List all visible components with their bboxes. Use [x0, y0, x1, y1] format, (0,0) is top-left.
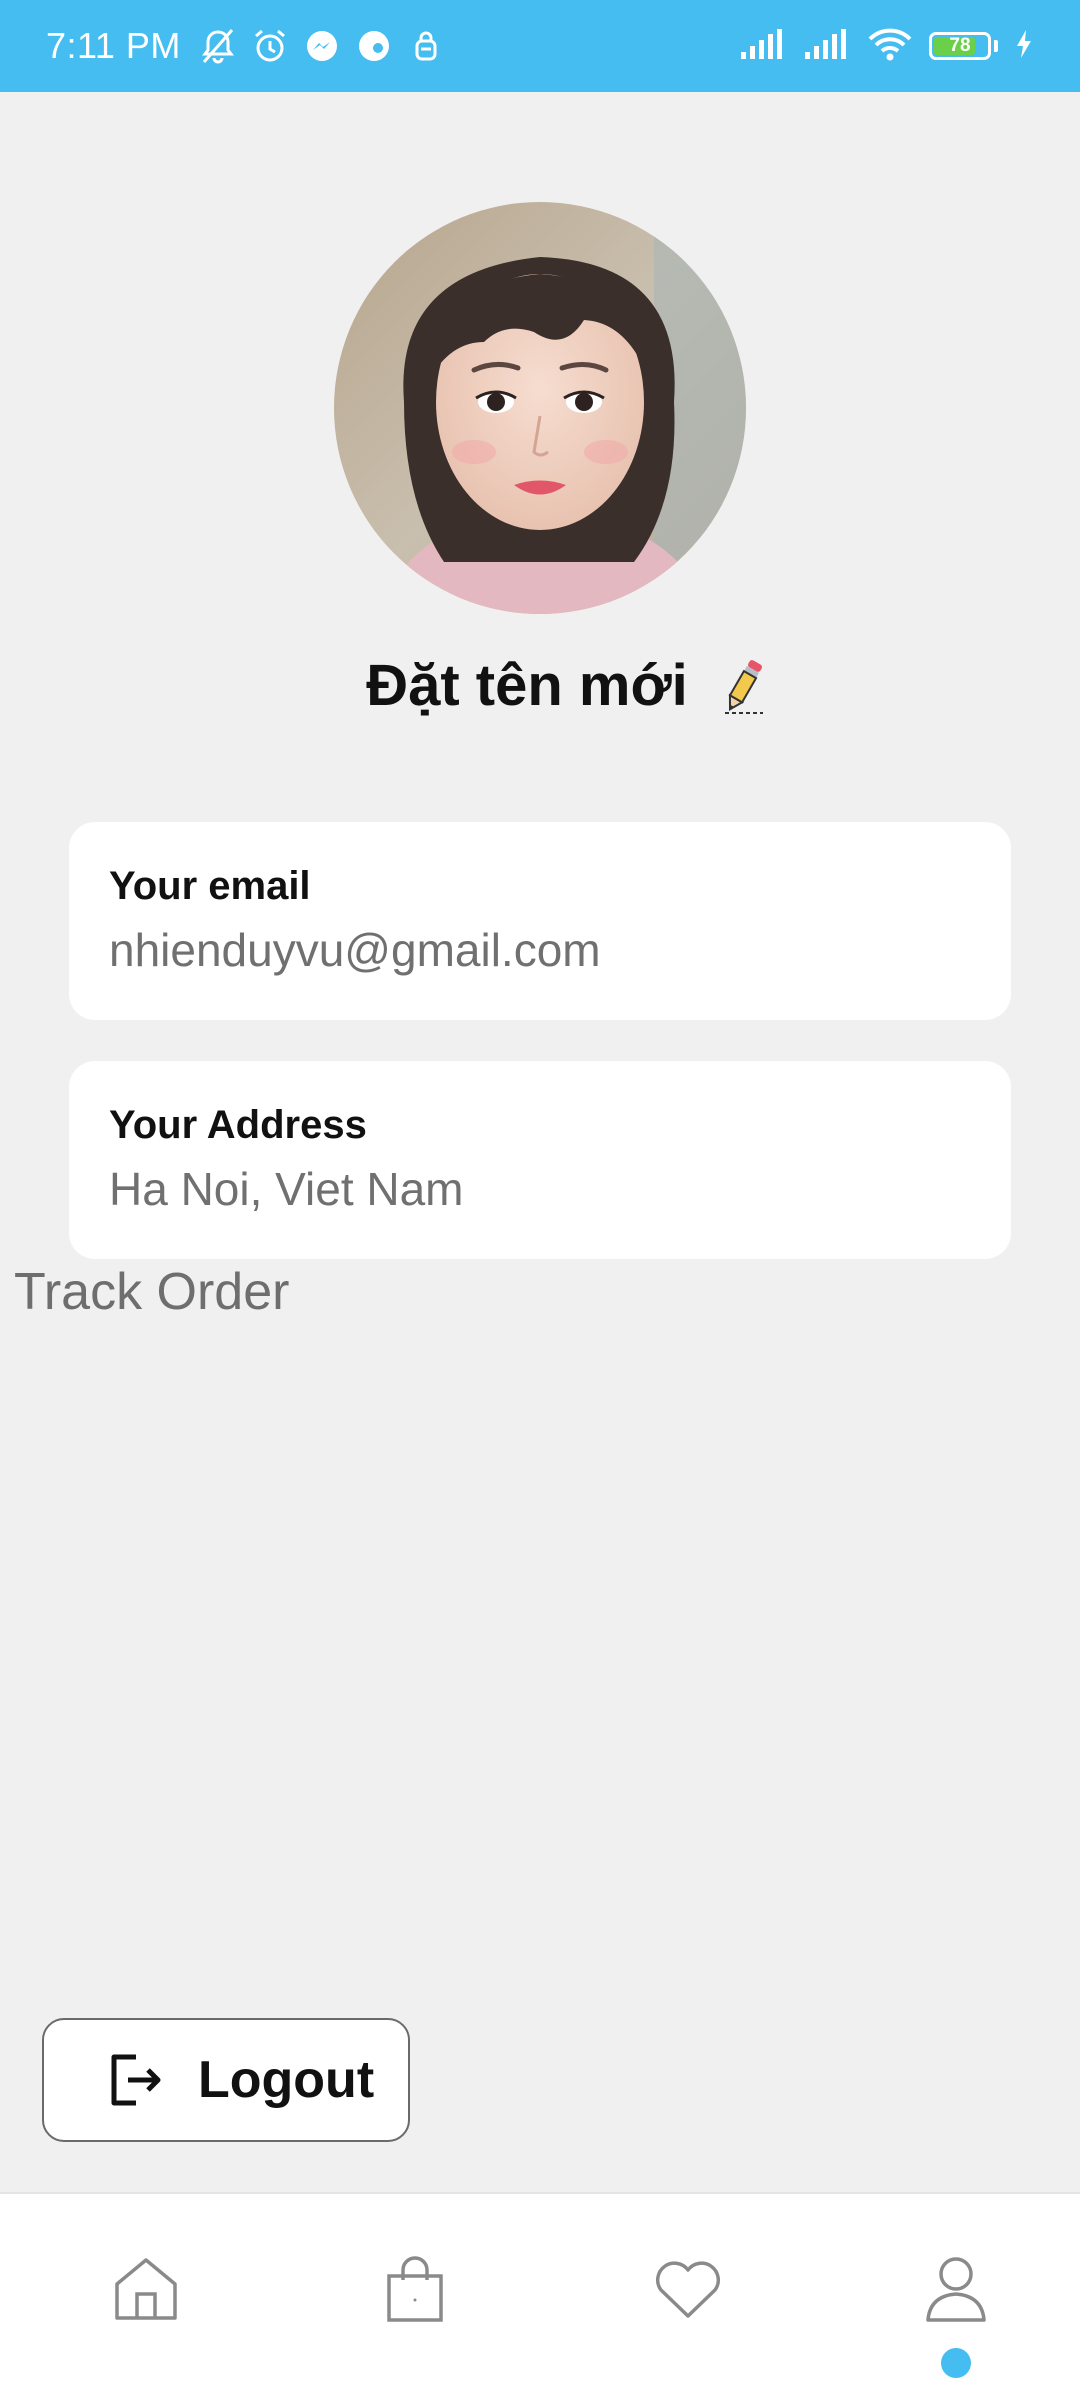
- email-card[interactable]: Your email nhienduyvu@gmail.com: [69, 822, 1011, 1020]
- battery-cap: [994, 40, 998, 52]
- user-icon: [926, 2257, 986, 2322]
- profile-avatar[interactable]: [334, 202, 746, 614]
- home-icon: [115, 2258, 177, 2320]
- address-label: Your Address: [109, 1103, 367, 1147]
- track-order-link[interactable]: Track Order: [14, 1262, 289, 1322]
- signal-icon: [803, 28, 851, 65]
- battery-text: 78: [949, 35, 971, 56]
- nav-shop[interactable]: [360, 2234, 470, 2344]
- logout-label: Logout: [198, 2051, 375, 2109]
- email-value: nhienduyvu@gmail.com: [109, 924, 601, 976]
- email-label: Your email: [109, 864, 311, 908]
- vpn-key-icon: [407, 27, 445, 65]
- charging-icon: [1014, 29, 1034, 64]
- signal-icon: [739, 28, 787, 65]
- status-bar: 7:11 PM 78: [0, 0, 1080, 92]
- heart-icon: [655, 2261, 721, 2318]
- messenger-icon: [303, 27, 341, 65]
- bell-off-icon: [199, 27, 237, 65]
- bottom-nav: [0, 2192, 1080, 2400]
- status-right: 78: [739, 0, 1034, 92]
- nav-home[interactable]: [91, 2234, 201, 2344]
- wifi-icon: [867, 27, 913, 66]
- status-left: 7:11 PM: [46, 0, 445, 92]
- battery-icon: 78: [929, 32, 991, 60]
- alarm-icon: [251, 27, 289, 65]
- shopping-bag-icon: [387, 2256, 443, 2322]
- active-tab-indicator: [941, 2348, 971, 2378]
- profile-name-row: Đặt tên mới: [0, 640, 1080, 730]
- address-card[interactable]: Your Address Ha Noi, Viet Nam: [69, 1061, 1011, 1259]
- address-value: Ha Noi, Viet Nam: [109, 1163, 464, 1215]
- profile-name: Đặt tên mới: [366, 652, 688, 718]
- pencil-icon: [724, 660, 763, 714]
- avatar-illustration: [334, 202, 746, 614]
- logout-button[interactable]: Logout: [42, 2018, 410, 2142]
- logout-icon: [111, 2054, 161, 2106]
- nav-favorites[interactable]: [633, 2234, 743, 2344]
- chat-app-icon: [355, 27, 393, 65]
- status-time: 7:11 PM: [46, 25, 181, 66]
- nav-profile[interactable]: [901, 2234, 1011, 2344]
- edit-name-button[interactable]: [714, 653, 774, 717]
